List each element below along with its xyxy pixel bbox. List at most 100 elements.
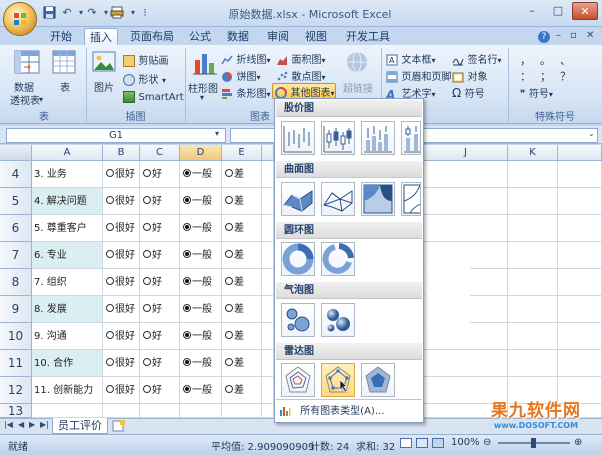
help-icon[interactable]: ? — [538, 31, 550, 43]
option-cell[interactable]: 很好 — [103, 377, 140, 404]
option-cell[interactable]: 很好 — [103, 269, 140, 296]
empty-cell[interactable] — [262, 242, 274, 269]
empty-cell[interactable] — [508, 215, 558, 242]
row-header[interactable]: 5 — [0, 188, 32, 215]
radio-selected[interactable] — [183, 250, 191, 258]
option-cell[interactable]: 一般 — [180, 269, 222, 296]
office-button[interactable] — [3, 2, 37, 36]
symbol-button[interactable]: Ω 符号 — [452, 85, 506, 100]
ribbon-restore-icon[interactable]: ▫ — [570, 30, 577, 41]
radio-option[interactable] — [143, 385, 151, 393]
option-cell[interactable]: 一般 — [180, 161, 222, 188]
row-header[interactable]: 8 — [0, 269, 32, 296]
row-header[interactable]: 4 — [0, 161, 32, 188]
radio-option[interactable] — [225, 196, 233, 204]
option-cell[interactable]: 一般 — [180, 350, 222, 377]
redo-icon[interactable]: ↷ — [85, 6, 99, 20]
radio-option[interactable] — [106, 358, 114, 366]
stock-chart-hlc[interactable] — [281, 121, 315, 155]
option-cell[interactable]: 差 — [222, 215, 262, 242]
empty-cell[interactable] — [508, 296, 558, 323]
row-header[interactable]: 7 — [0, 242, 32, 269]
quick-print-icon[interactable] — [110, 6, 124, 20]
row-label-cell[interactable]: 8. 发展 — [32, 296, 103, 323]
empty-cell[interactable] — [558, 188, 602, 215]
clipart-button[interactable]: 剪贴画 — [123, 52, 183, 67]
radio-option[interactable] — [225, 304, 233, 312]
all-chart-types-button[interactable]: 所有图表类型(A)... — [279, 403, 419, 421]
radio-option[interactable] — [106, 304, 114, 312]
prev-sheet-icon[interactable]: ◀ — [18, 420, 24, 429]
radio-selected[interactable] — [183, 331, 191, 339]
radio-option[interactable] — [225, 250, 233, 258]
object-button[interactable]: 对象 — [452, 68, 506, 83]
empty-cell[interactable] — [262, 404, 274, 418]
radio-option[interactable] — [106, 331, 114, 339]
row-header[interactable]: 10 — [0, 323, 32, 350]
table-button[interactable] — [52, 50, 78, 76]
row-label-cell[interactable]: 5. 尊重客户 — [32, 215, 103, 242]
option-cell[interactable]: 很好 — [103, 242, 140, 269]
last-sheet-icon[interactable]: ▶| — [40, 420, 49, 429]
empty-cell[interactable] — [508, 242, 558, 269]
radio-option[interactable] — [225, 385, 233, 393]
tab-view[interactable]: 视图 — [300, 28, 332, 45]
option-cell[interactable]: 差 — [222, 296, 262, 323]
shapes-button[interactable]: 形状 ▾ — [123, 71, 183, 86]
option-cell[interactable]: 好 — [140, 350, 180, 377]
empty-cell[interactable] — [262, 296, 274, 323]
radar-markers-chart[interactable] — [321, 363, 355, 397]
option-cell[interactable]: 一般 — [180, 296, 222, 323]
special-glyph-5[interactable]: ； — [540, 68, 551, 84]
filled-radar-chart[interactable] — [361, 363, 395, 397]
scatter-chart-button[interactable]: 散点图▾ — [276, 68, 332, 83]
close-button[interactable]: ✕ — [572, 2, 598, 20]
row-label-cell[interactable]: 3. 业务 — [32, 161, 103, 188]
empty-cell[interactable] — [508, 350, 558, 377]
option-cell[interactable]: 很好 — [103, 188, 140, 215]
radio-option[interactable] — [225, 277, 233, 285]
smartart-button[interactable]: SmartArt — [123, 90, 185, 104]
surface-contour-wireframe[interactable] — [401, 182, 421, 216]
page-break-view-icon[interactable] — [432, 438, 444, 448]
radio-selected[interactable] — [183, 304, 191, 312]
option-cell[interactable]: 一般 — [180, 188, 222, 215]
column-header-j[interactable]: J — [424, 145, 508, 161]
option-cell[interactable]: 一般 — [180, 323, 222, 350]
tab-developer[interactable]: 开发工具 — [342, 28, 394, 45]
name-box[interactable]: G1 — [6, 128, 226, 143]
radio-option[interactable] — [225, 223, 233, 231]
stock-chart-vohlc[interactable] — [401, 121, 421, 155]
option-cell[interactable]: 好 — [140, 242, 180, 269]
bubble-3d-chart[interactable] — [321, 303, 355, 337]
empty-cell[interactable] — [558, 350, 602, 377]
surface-contour[interactable] — [361, 182, 395, 216]
empty-cell[interactable] — [262, 323, 274, 350]
special-symbol-button[interactable]: ❞ 符号▾ — [520, 85, 578, 100]
empty-cell[interactable] — [508, 269, 558, 296]
wordart-button[interactable]: A 艺术字▾ — [385, 85, 448, 102]
column-header-k[interactable]: K — [508, 145, 558, 161]
name-box-dropdown-icon[interactable]: ▾ — [215, 129, 219, 138]
option-cell[interactable]: 很好 — [103, 161, 140, 188]
select-all-corner[interactable] — [0, 145, 32, 161]
hyperlink-button[interactable] — [345, 50, 373, 76]
option-cell[interactable]: 好 — [140, 188, 180, 215]
stock-chart-ohlc[interactable] — [321, 121, 355, 155]
radio-option[interactable] — [106, 250, 114, 258]
tab-data[interactable]: 数据 — [222, 28, 254, 45]
radio-option[interactable] — [143, 250, 151, 258]
surface-3d[interactable] — [281, 182, 315, 216]
radio-option[interactable] — [106, 196, 114, 204]
zoom-slider-thumb[interactable] — [531, 438, 536, 448]
empty-cell[interactable] — [262, 350, 274, 377]
bar-chart-button[interactable]: 条形图▾ — [221, 85, 273, 100]
signature-line-button[interactable]: 签名行▾ — [452, 51, 506, 66]
radio-selected[interactable] — [183, 358, 191, 366]
option-cell[interactable]: 差 — [222, 350, 262, 377]
qat-more-icon[interactable]: ⁝ — [138, 6, 152, 20]
column-header-d[interactable]: D — [180, 145, 222, 161]
bubble-chart[interactable] — [281, 303, 315, 337]
option-cell[interactable] — [222, 404, 262, 418]
formula-expand-icon[interactable]: ⌄ — [588, 129, 595, 138]
